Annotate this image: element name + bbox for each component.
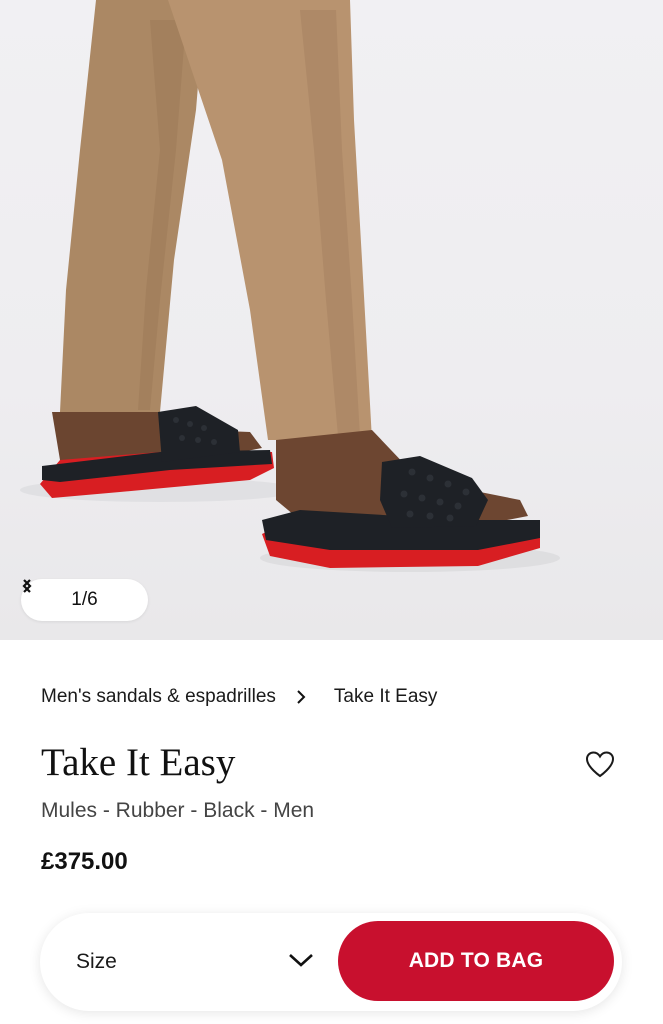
breadcrumb-parent-link[interactable]: Men's sandals & espadrilles [41,686,276,708]
product-photo [20,0,560,572]
heart-outline-icon [585,751,615,778]
add-to-bag-button[interactable]: ADD TO BAG [338,921,614,1001]
chevron-down-icon [288,950,314,974]
size-select[interactable]: Size [40,913,330,1011]
chevron-right-icon [296,690,310,704]
chevron-left-icon[interactable] [22,579,55,609]
wishlist-button[interactable] [583,748,617,780]
breadcrumb: Men's sandals & espadrilles Take It Easy [41,684,437,710]
product-price: £375.00 [41,848,128,875]
product-title: Take It Easy [41,741,236,784]
buy-bar: Size ADD TO BAG [40,913,622,1011]
size-label: Size [76,950,117,973]
image-counter: 1/6 [71,589,98,610]
product-description: Mules - Rubber - Black - Men [41,799,315,822]
breadcrumb-current: Take It Easy [333,686,438,707]
image-pager: 1/6 [21,579,148,621]
chevron-right-icon[interactable] [23,579,132,609]
product-image-gallery[interactable]: 1/6 [0,0,663,640]
